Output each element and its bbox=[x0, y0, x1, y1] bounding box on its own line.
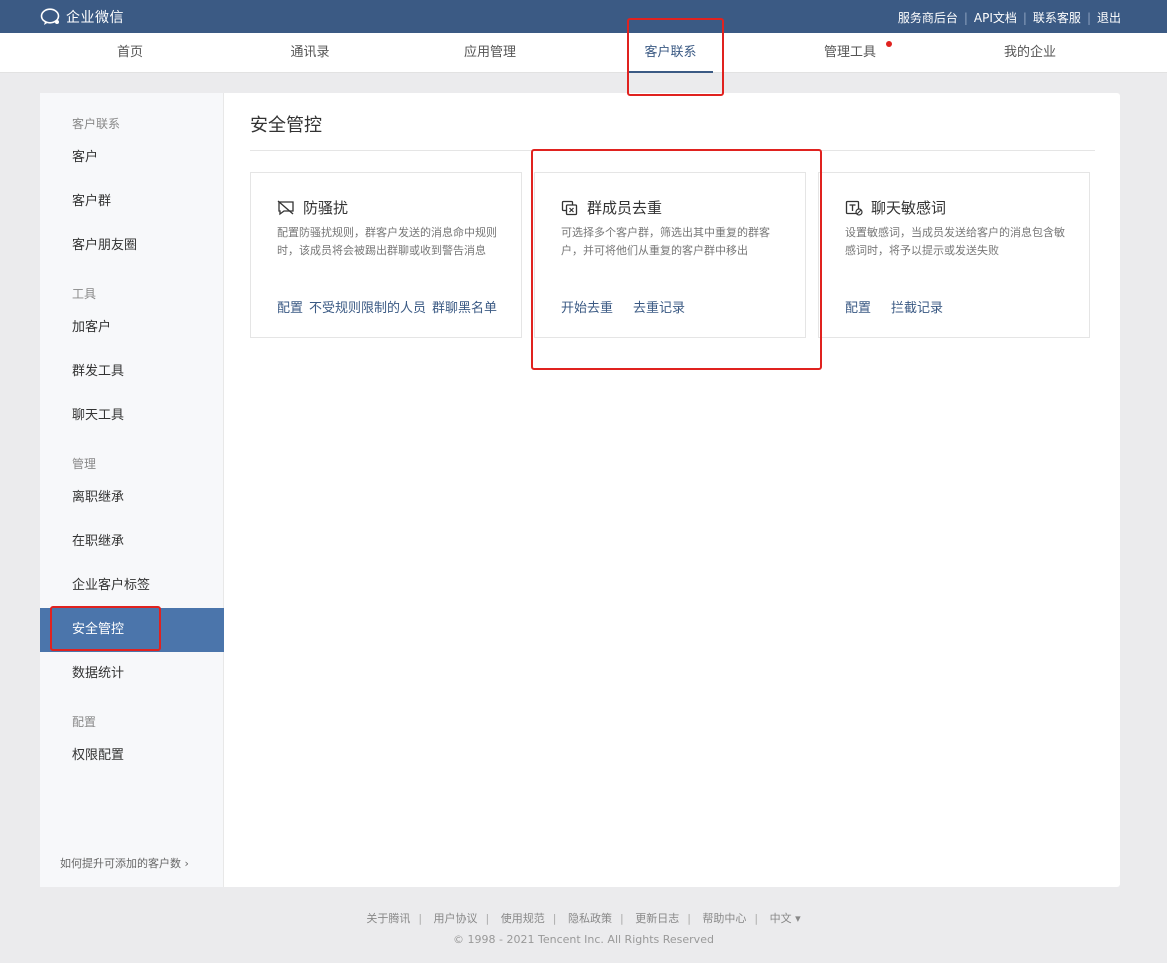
sidebar-item-customers[interactable]: 客户 bbox=[40, 136, 224, 180]
configure-link[interactable]: 配置 bbox=[277, 297, 303, 316]
card-title-text: 群成员去重 bbox=[587, 199, 663, 217]
anti-harass-icon bbox=[277, 200, 294, 215]
exempt-members-link[interactable]: 不受规则限制的人员 bbox=[309, 297, 426, 316]
wecom-logo-icon bbox=[40, 8, 60, 25]
logout-link[interactable]: 退出 bbox=[1097, 9, 1121, 26]
title-divider bbox=[250, 150, 1095, 151]
footer-help-link[interactable]: 帮助中心 bbox=[702, 912, 746, 925]
contact-support-link[interactable]: 联系客服 bbox=[1033, 9, 1081, 26]
chevron-right-icon: › bbox=[184, 857, 189, 870]
api-docs-link[interactable]: API文档 bbox=[974, 9, 1017, 26]
sidebar-item-chat-tools[interactable]: 聊天工具 bbox=[40, 394, 224, 438]
sidebar-item-customer-tags[interactable]: 企业客户标签 bbox=[40, 564, 224, 608]
card-description: 配置防骚扰规则，群客户发送的消息命中规则时，该成员将会被踢出群聊或收到警告消息 bbox=[277, 226, 497, 257]
nav-tab-management-tools[interactable]: 管理工具 bbox=[815, 33, 892, 73]
brand-name: 企业微信 bbox=[66, 10, 124, 26]
dedupe-history-link[interactable]: 去重记录 bbox=[633, 297, 685, 316]
footer-changelog-link[interactable]: 更新日志 bbox=[635, 912, 679, 925]
page-title: 安全管控 bbox=[250, 115, 322, 136]
sidebar-group-tools: 工具 bbox=[72, 287, 97, 301]
main-panel: 客户联系 客户 客户群 客户朋友圈 工具 加客户 群发工具 聊天工具 管理 离职… bbox=[40, 93, 1120, 887]
top-links: 服务商后台 | API文档 | 联系客服 | 退出 bbox=[897, 9, 1121, 26]
nav-tab-home[interactable]: 首页 bbox=[100, 33, 160, 73]
brand-logo[interactable]: 企业微信 bbox=[40, 7, 124, 27]
group-blacklist-link[interactable]: 群聊黑名单 bbox=[432, 297, 497, 316]
sidebar-item-permission-config[interactable]: 权限配置 bbox=[40, 734, 224, 778]
footer-privacy-link[interactable]: 隐私政策 bbox=[568, 912, 612, 925]
card-anti-harassment: 防骚扰 配置防骚扰规则，群客户发送的消息命中规则时，该成员将会被踢出群聊或收到警… bbox=[250, 172, 522, 338]
notification-dot bbox=[886, 41, 892, 47]
footer-rules-link[interactable]: 使用规范 bbox=[501, 912, 545, 925]
sensitive-word-icon bbox=[845, 200, 863, 216]
card-description: 可选择多个客户群，筛选出其中重复的群客户，并可将他们从重复的客户群中移出 bbox=[561, 226, 770, 257]
language-selector[interactable]: 中文 ▾ bbox=[770, 912, 801, 925]
nav-tab-customer-contact[interactable]: 客户联系 bbox=[628, 33, 713, 73]
sidebar-item-resigned-inheritance[interactable]: 离职继承 bbox=[40, 476, 224, 520]
footer-about-link[interactable]: 关于腾讯 bbox=[366, 912, 410, 925]
sidebar-item-customer-groups[interactable]: 客户群 bbox=[40, 180, 224, 224]
sidebar-item-mass-send[interactable]: 群发工具 bbox=[40, 350, 224, 394]
sidebar: 客户联系 客户 客户群 客户朋友圈 工具 加客户 群发工具 聊天工具 管理 离职… bbox=[40, 93, 224, 887]
nav-tab-app-management[interactable]: 应用管理 bbox=[455, 33, 525, 73]
sidebar-group-config: 配置 bbox=[72, 715, 97, 729]
footer: 关于腾讯 | 用户协议 | 使用规范 | 隐私政策 | 更新日志 | 帮助中心 | 中文 ▾… bbox=[0, 910, 1167, 946]
card-sensitive-words: 聊天敏感词 设置敏感词，当成员发送给客户的消息包含敏感词时，将予以提示或发送失败… bbox=[818, 172, 1090, 338]
intercept-records-link[interactable]: 拦截记录 bbox=[891, 297, 943, 316]
card-title-text: 防骚扰 bbox=[303, 199, 349, 217]
sidebar-item-security-control[interactable]: 安全管控 bbox=[40, 608, 224, 652]
nav-tab-contacts[interactable]: 通讯录 bbox=[275, 33, 345, 73]
sidebar-item-active-inheritance[interactable]: 在职继承 bbox=[40, 520, 224, 564]
sidebar-item-moments[interactable]: 客户朋友圈 bbox=[40, 224, 224, 268]
top-bar: 企业微信 服务商后台 | API文档 | 联系客服 | 退出 bbox=[0, 0, 1167, 33]
sidebar-item-add-customer[interactable]: 加客户 bbox=[40, 306, 224, 350]
nav-tab-my-enterprise[interactable]: 我的企业 bbox=[995, 33, 1065, 73]
copyright: © 1998 - 2021 Tencent Inc. All Rights Re… bbox=[453, 933, 714, 946]
increase-customer-limit-link[interactable]: 如何提升可添加的客户数 › bbox=[60, 855, 189, 871]
main-nav: 首页 通讯录 应用管理 客户联系 管理工具 我的企业 bbox=[0, 33, 1167, 73]
footer-agreement-link[interactable]: 用户协议 bbox=[434, 912, 478, 925]
sidebar-item-statistics[interactable]: 数据统计 bbox=[40, 652, 224, 696]
sidebar-group-management: 管理 bbox=[72, 457, 97, 471]
nav-tab-label: 管理工具 bbox=[823, 45, 876, 60]
dedupe-icon bbox=[561, 200, 578, 215]
card-group-member-dedupe: 群成员去重 可选择多个客户群，筛选出其中重复的群客户，并可将他们从重复的客户群中… bbox=[534, 172, 806, 338]
card-title-text: 聊天敏感词 bbox=[871, 199, 947, 217]
provider-console-link[interactable]: 服务商后台 bbox=[898, 9, 958, 26]
card-description: 设置敏感词，当成员发送给客户的消息包含敏感词时，将予以提示或发送失败 bbox=[845, 226, 1065, 257]
help-text: 如何提升可添加的客户数 bbox=[60, 857, 181, 870]
sidebar-group-customer-contact: 客户联系 bbox=[72, 117, 121, 131]
configure-link[interactable]: 配置 bbox=[845, 297, 871, 316]
start-dedupe-link[interactable]: 开始去重 bbox=[561, 297, 613, 316]
